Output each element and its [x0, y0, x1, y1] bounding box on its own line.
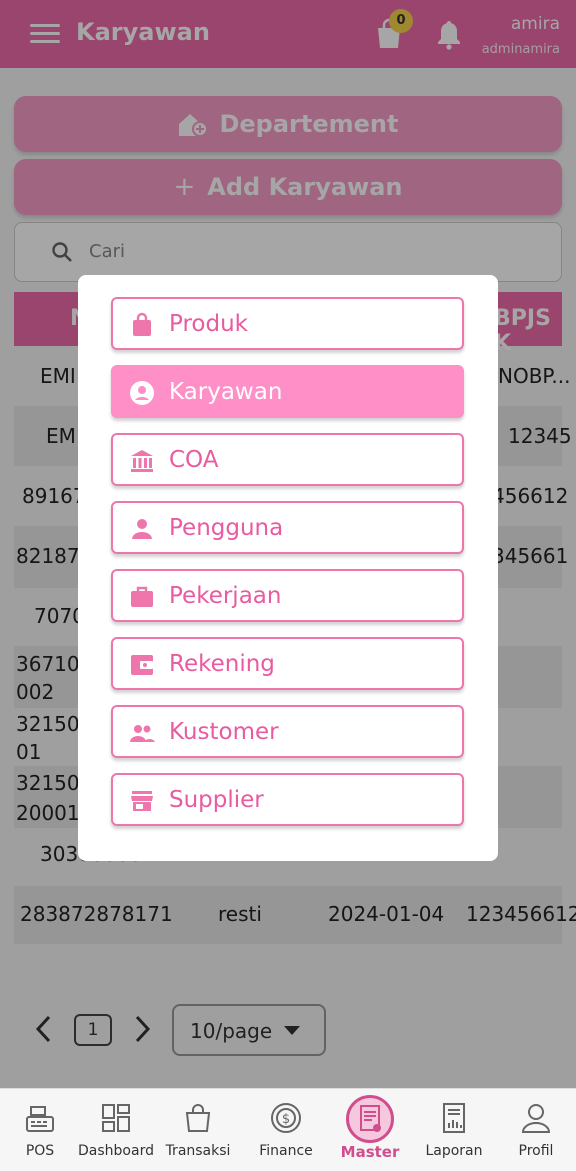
menu-item-supplier[interactable]: Supplier	[111, 773, 464, 826]
people-icon	[130, 725, 155, 742]
nav-label: Transaksi	[165, 1143, 231, 1159]
nav-item-dashboard[interactable]: Dashboard	[76, 1089, 156, 1171]
menu-label: Produk	[169, 311, 248, 337]
store-icon	[131, 791, 153, 811]
nav-label: Dashboard	[78, 1143, 154, 1159]
menu-label: Rekening	[169, 651, 275, 677]
nav-item-master[interactable]: Master	[330, 1089, 410, 1171]
person-icon	[132, 519, 152, 539]
menu-item-rekening[interactable]: Rekening	[111, 637, 464, 690]
menu-item-produk[interactable]: Produk	[111, 297, 464, 350]
menu-label: Kustomer	[169, 719, 279, 745]
nav-item-profil[interactable]: Profil	[496, 1089, 576, 1171]
menu-label: Pengguna	[169, 515, 284, 541]
wallet-icon	[131, 655, 153, 675]
nav-label: POS	[25, 1143, 55, 1159]
briefcase-icon	[131, 586, 153, 607]
user-icon	[521, 1104, 551, 1133]
menu-item-pengguna[interactable]: Pengguna	[111, 501, 464, 554]
menu-label: Karyawan	[169, 379, 283, 405]
menu-label: COA	[169, 447, 219, 473]
report-icon	[443, 1103, 465, 1133]
menu-item-coa[interactable]: COA	[111, 433, 464, 486]
shopping-bag-icon	[133, 312, 151, 336]
menu-label: Supplier	[169, 787, 264, 813]
nav-label: Laporan	[425, 1143, 483, 1159]
bank-icon	[131, 450, 153, 472]
nav-item-finance[interactable]: $ Finance	[246, 1089, 326, 1171]
nav-item-pos[interactable]: POS	[0, 1089, 80, 1171]
account-circle-icon	[130, 381, 154, 405]
dashboard-icon	[102, 1104, 130, 1132]
menu-item-karyawan[interactable]: Karyawan	[111, 365, 464, 418]
cash-register-icon	[26, 1106, 54, 1132]
menu-label: Pekerjaan	[169, 583, 282, 609]
svg-text:$: $	[282, 1112, 290, 1127]
bottom-navigation: POS Dashboard Transaksi $ Finance Master…	[0, 1088, 576, 1171]
menu-item-kustomer[interactable]: Kustomer	[111, 705, 464, 758]
nav-label: Profil	[518, 1143, 554, 1159]
menu-item-pekerjaan[interactable]: Pekerjaan	[111, 569, 464, 622]
dollar-coin-icon: $	[271, 1103, 301, 1133]
nav-label: Finance	[259, 1143, 313, 1159]
document-settings-icon	[360, 1105, 381, 1132]
nav-item-transaksi[interactable]: Transaksi	[158, 1089, 238, 1171]
master-menu-dialog: Produk Karyawan COA Pengguna Pekerjaan R…	[78, 275, 498, 861]
nav-label: Master	[340, 1143, 400, 1161]
shopping-bag-icon	[185, 1104, 211, 1132]
nav-item-laporan[interactable]: Laporan	[414, 1089, 494, 1171]
